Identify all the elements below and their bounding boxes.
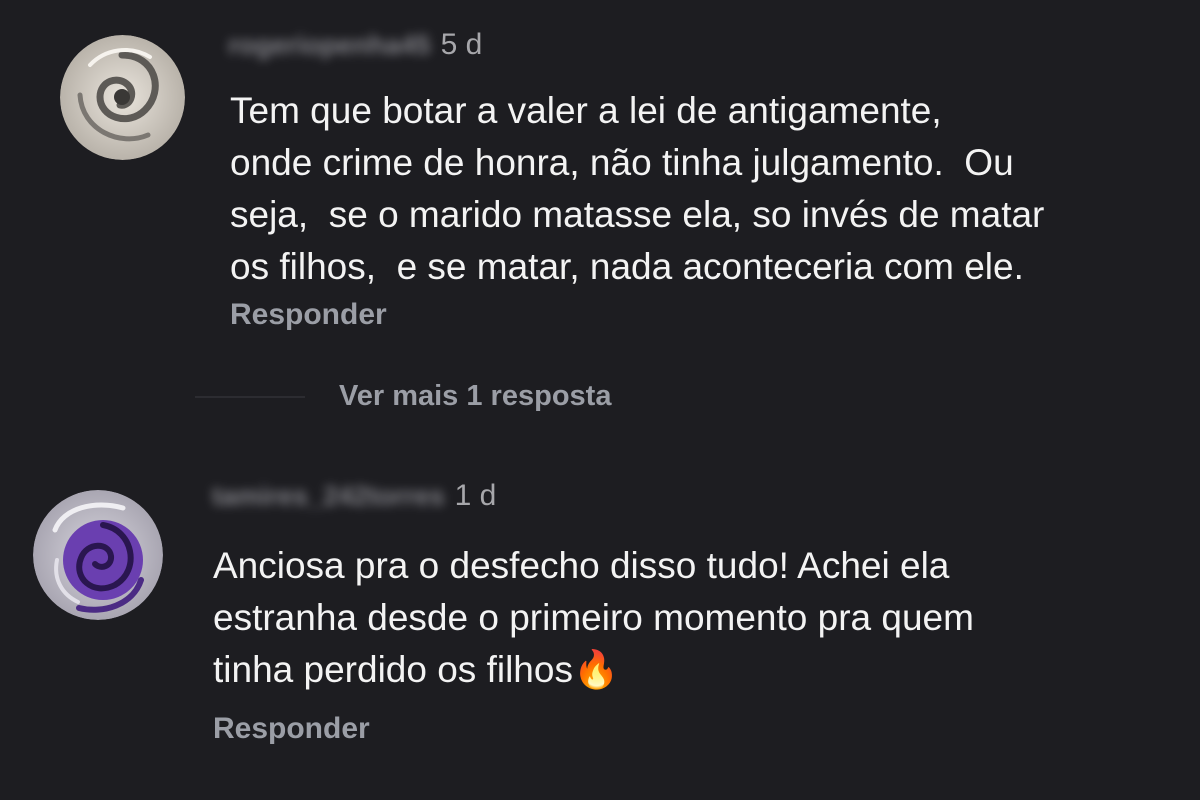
comment-text: Anciosa pra o desfecho disso tudo! Achei… [213, 540, 974, 696]
user-avatar[interactable] [60, 35, 185, 160]
thread-line [195, 395, 305, 398]
reply-button[interactable]: Responder [230, 298, 387, 332]
fire-emoji-icon: 🔥 [572, 649, 620, 690]
comment-meta: rogeriopenha45 5 d [228, 28, 482, 62]
comment-meta: tamires_242torres 1 d [212, 479, 496, 513]
comment-text: Tem que botar a valer a lei de antigamen… [230, 90, 1045, 287]
timestamp: 5 d [440, 28, 483, 61]
user-avatar[interactable] [33, 490, 163, 620]
swirl-avatar-purple-icon [33, 490, 163, 620]
more-replies[interactable]: Ver mais 1 resposta [195, 380, 611, 413]
reply-button[interactable]: Responder [213, 712, 370, 746]
username[interactable]: tamires_242torres [212, 481, 445, 512]
swirl-avatar-grey-icon [60, 35, 185, 160]
view-more-replies-button[interactable]: Ver mais 1 resposta [339, 380, 611, 413]
timestamp: 1 d [454, 479, 497, 512]
username[interactable]: rogeriopenha45 [228, 30, 431, 61]
